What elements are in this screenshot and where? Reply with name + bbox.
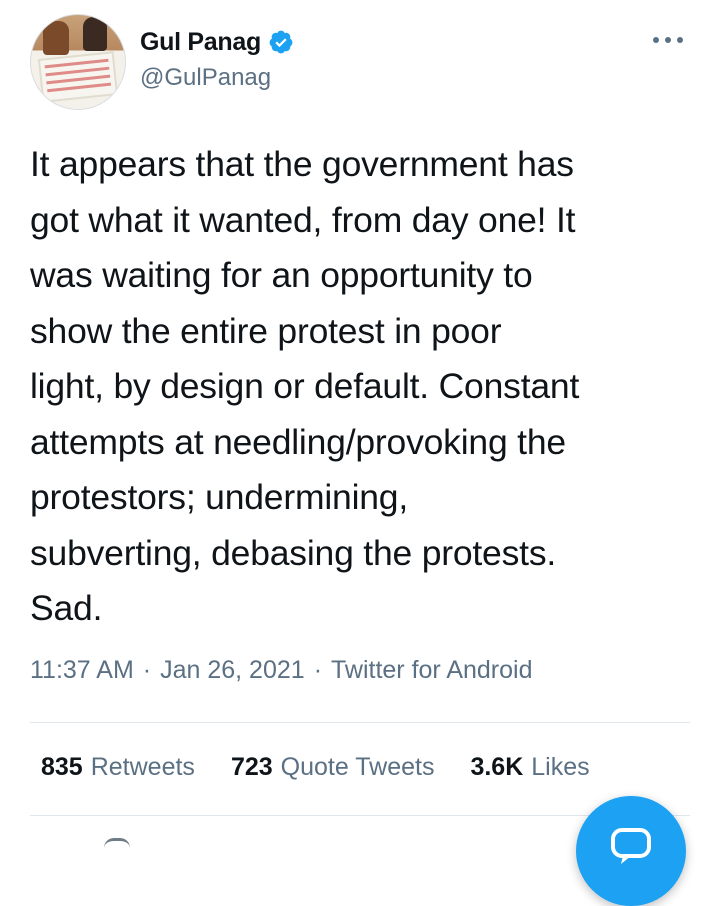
retweets-label: Retweets bbox=[90, 753, 195, 781]
tweet-header: Gul Panag @GulPanag bbox=[0, 0, 720, 120]
likes-count: 3.6K bbox=[470, 753, 524, 781]
author-name-row[interactable]: Gul Panag bbox=[140, 26, 294, 58]
likes-label: Likes bbox=[531, 753, 590, 781]
divider bbox=[30, 722, 690, 723]
quote-tweets-label: Quote Tweets bbox=[280, 753, 435, 781]
retweets-count: 835 bbox=[41, 753, 83, 781]
tweet-time[interactable]: 11:37 AM bbox=[30, 656, 134, 685]
quote-tweets-count: 723 bbox=[230, 753, 273, 781]
metadata-separator: · bbox=[313, 656, 323, 684]
retweets-stat[interactable]: 835 Retweets bbox=[41, 753, 195, 782]
metadata-separator: · bbox=[142, 656, 152, 684]
tweet-metadata: 11:37 AM · Jan 26, 2021 · Twitter for An… bbox=[30, 656, 533, 685]
tweet-source[interactable]: Twitter for Android bbox=[331, 656, 532, 685]
avatar-protest-sign bbox=[37, 51, 119, 103]
more-options-icon[interactable] bbox=[648, 30, 688, 50]
tweet-text: It appears that the government has got w… bbox=[30, 144, 580, 628]
engagement-stats: 835 Retweets 723 Quote Tweets 3.6K Likes bbox=[41, 753, 626, 782]
compose-tweet-button[interactable] bbox=[576, 796, 686, 906]
likes-stat[interactable]: 3.6K Likes bbox=[470, 753, 589, 782]
verified-badge-icon bbox=[269, 30, 293, 54]
avatar[interactable] bbox=[30, 14, 126, 110]
avatar-person-figure bbox=[43, 21, 69, 55]
author-handle[interactable]: @GulPanag bbox=[140, 64, 271, 92]
avatar-person-figure bbox=[83, 17, 107, 51]
tweet-date[interactable]: Jan 26, 2021 bbox=[160, 656, 305, 685]
author-display-name[interactable]: Gul Panag bbox=[140, 28, 261, 57]
reply-action-icon[interactable] bbox=[104, 838, 130, 849]
compose-tweet-icon bbox=[611, 828, 651, 864]
quote-tweets-stat[interactable]: 723 Quote Tweets bbox=[231, 753, 435, 782]
